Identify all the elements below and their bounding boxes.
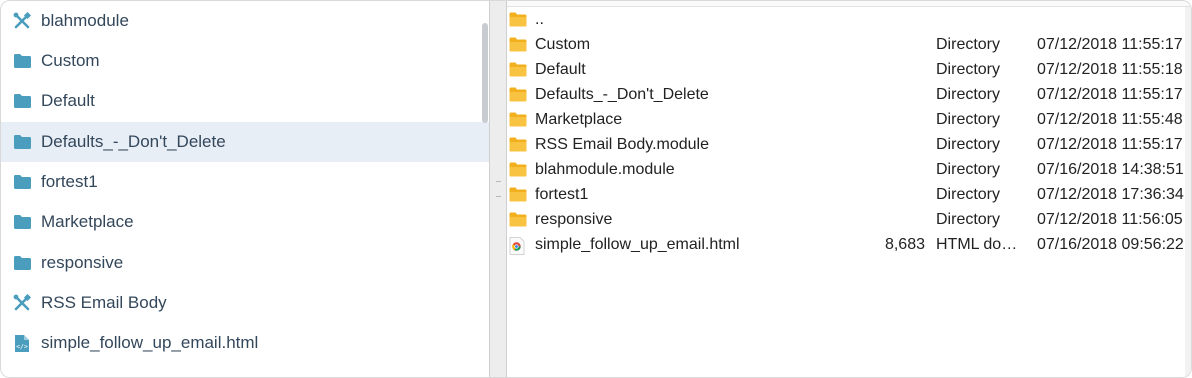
html-file-icon: </> bbox=[12, 333, 32, 353]
tree-item-label: Custom bbox=[41, 51, 100, 70]
folder-icon bbox=[509, 137, 527, 152]
file-kind: Directory bbox=[936, 111, 1001, 128]
svg-text:</>: </> bbox=[16, 342, 28, 350]
file-kind: HTML do… bbox=[936, 236, 1018, 253]
tree-item-label: responsive bbox=[41, 253, 124, 272]
folder-icon bbox=[12, 212, 32, 232]
left-scrollbar-thumb[interactable] bbox=[482, 23, 488, 123]
file-name: Custom bbox=[535, 36, 591, 53]
file-name: simple_follow_up_email.html bbox=[535, 236, 740, 253]
file-date: 07/16/2018 09:56:22 bbox=[1037, 236, 1184, 253]
file-row[interactable]: responsive Directory 07/12/2018 11:56:05 bbox=[507, 208, 1191, 233]
file-kind: Directory bbox=[936, 186, 1001, 203]
file-row[interactable]: blahmodule.module Directory 07/16/2018 1… bbox=[507, 158, 1191, 183]
folder-icon bbox=[509, 87, 527, 102]
chrome-html-icon bbox=[509, 237, 527, 255]
folder-icon bbox=[509, 187, 527, 202]
tree-item-responsive[interactable]: responsive bbox=[1, 243, 489, 283]
splitter-grip-icon bbox=[496, 181, 501, 197]
file-row-parent[interactable]: .. bbox=[507, 8, 1191, 33]
tree-item-label: simple_follow_up_email.html bbox=[41, 333, 259, 352]
left-file-tree: blahmodule Custom Default Defaults_-_Don… bbox=[1, 1, 489, 377]
tree-item-label: Marketplace bbox=[41, 212, 134, 231]
file-row[interactable]: RSS Email Body.module Directory 07/12/20… bbox=[507, 133, 1191, 158]
file-kind: Directory bbox=[936, 86, 1001, 103]
file-name: fortest1 bbox=[535, 186, 589, 203]
file-date: 07/12/2018 11:55:48 bbox=[1037, 111, 1183, 128]
folder-icon bbox=[12, 91, 32, 111]
file-row[interactable]: Marketplace Directory 07/12/2018 11:55:4… bbox=[507, 108, 1191, 133]
file-name: Default bbox=[535, 61, 586, 78]
tree-item-label: blahmodule bbox=[41, 11, 129, 30]
module-tools-icon bbox=[12, 11, 32, 31]
folder-icon bbox=[509, 212, 527, 227]
folder-icon bbox=[12, 51, 32, 71]
file-size: 8,683 bbox=[884, 236, 925, 253]
panel-splitter[interactable] bbox=[489, 1, 507, 377]
tree-item-marketplace[interactable]: Marketplace bbox=[1, 202, 489, 242]
file-kind: Directory bbox=[936, 136, 1001, 153]
tree-item-simple-follow-up-email[interactable]: </> simple_follow_up_email.html bbox=[1, 323, 489, 363]
tree-item-default[interactable]: Default bbox=[1, 81, 489, 121]
tree-item-blahmodule[interactable]: blahmodule bbox=[1, 1, 489, 41]
file-date: 07/12/2018 11:55:17 bbox=[1037, 36, 1183, 53]
folder-icon bbox=[509, 37, 527, 52]
file-date: 07/16/2018 14:38:51 bbox=[1037, 161, 1184, 178]
file-name: Defaults_-_Don't_Delete bbox=[535, 86, 709, 103]
file-kind: Directory bbox=[936, 161, 1001, 178]
folder-icon bbox=[509, 62, 527, 77]
module-tools-icon bbox=[12, 293, 32, 313]
folder-icon bbox=[509, 112, 527, 127]
right-scrollbar-track[interactable] bbox=[1185, 7, 1191, 377]
folder-icon bbox=[12, 132, 32, 152]
folder-icon bbox=[12, 172, 32, 192]
tree-item-custom[interactable]: Custom bbox=[1, 41, 489, 81]
file-row[interactable]: fortest1 Directory 07/12/2018 17:36:34 bbox=[507, 183, 1191, 208]
file-row[interactable]: Custom Directory 07/12/2018 11:55:17 bbox=[507, 33, 1191, 58]
folder-icon bbox=[509, 162, 527, 177]
column-header-strip[interactable] bbox=[507, 1, 1191, 7]
tree-item-label: RSS Email Body bbox=[41, 293, 167, 312]
tree-item-label: Default bbox=[41, 91, 95, 110]
file-name: Marketplace bbox=[535, 111, 623, 128]
file-name: .. bbox=[535, 11, 544, 28]
file-date: 07/12/2018 17:36:34 bbox=[1037, 186, 1184, 203]
file-name: RSS Email Body.module bbox=[535, 136, 709, 153]
folder-icon bbox=[12, 253, 32, 273]
file-list-panel: .. Custom Directory 07/12/2018 11:55:17 … bbox=[507, 1, 1191, 377]
window: blahmodule Custom Default Defaults_-_Don… bbox=[0, 0, 1192, 378]
tree-item-fortest1[interactable]: fortest1 bbox=[1, 162, 489, 202]
file-row[interactable]: Default Directory 07/12/2018 11:55:18 bbox=[507, 58, 1191, 83]
tree-item-rss-email-body[interactable]: RSS Email Body bbox=[1, 283, 489, 323]
file-date: 07/12/2018 11:55:17 bbox=[1037, 136, 1183, 153]
file-kind: Directory bbox=[936, 61, 1001, 78]
file-kind: Directory bbox=[936, 36, 1001, 53]
tree-item-label: fortest1 bbox=[41, 172, 98, 191]
folder-icon bbox=[509, 12, 527, 27]
file-row[interactable]: Defaults_-_Don't_Delete Directory 07/12/… bbox=[507, 83, 1191, 108]
tree-item-defaults-dont-delete[interactable]: Defaults_-_Don't_Delete bbox=[1, 122, 489, 162]
file-name: responsive bbox=[535, 211, 613, 228]
file-date: 07/12/2018 11:56:05 bbox=[1037, 211, 1183, 228]
file-date: 07/12/2018 11:55:18 bbox=[1037, 61, 1183, 78]
file-name: blahmodule.module bbox=[535, 161, 675, 178]
tree-item-label: Defaults_-_Don't_Delete bbox=[41, 132, 226, 151]
file-date: 07/12/2018 11:55:17 bbox=[1037, 86, 1183, 103]
file-kind: Directory bbox=[936, 211, 1001, 228]
file-row[interactable]: simple_follow_up_email.html 8,683 HTML d… bbox=[507, 233, 1191, 258]
